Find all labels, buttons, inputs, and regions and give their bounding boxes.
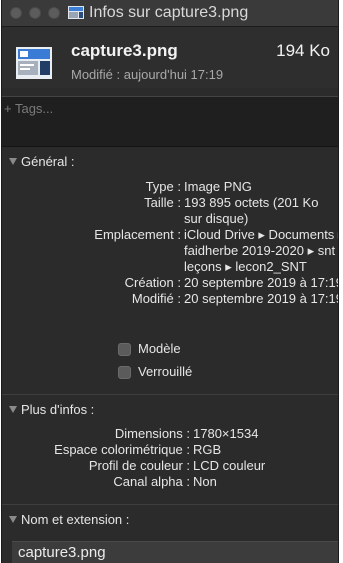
image-file-icon [68,6,84,19]
location-value-cont: faidherbe 2019-2020 ▸ snt ▸ [184,243,339,258]
tags-placeholder: + Tags... [4,101,54,116]
minimize-button[interactable] [29,7,41,19]
created-value: 20 septembre 2019 à 17:19 [184,275,339,290]
dimensions-key: Dimensions : [114,426,190,441]
disclosure-triangle-icon[interactable] [9,516,17,523]
more-info-section-header[interactable]: Plus d'infos : [2,398,338,422]
zoom-button[interactable] [48,7,60,19]
name-ext-section-label: Nom et extension : [21,512,130,527]
color-space-value: RGB [193,442,222,457]
info-window: Infos sur capture3.png capture3.png 194 … [1,0,339,563]
file-summary: capture3.png 194 Ko Modifié : aujourd'hu… [2,27,338,88]
window-title: Infos sur capture3.png [89,4,249,21]
color-profile-value: LCD couleur [193,458,266,473]
tags-field[interactable]: + Tags... [2,96,338,147]
created-key: Création : [124,275,181,290]
name-extension-value: capture3.png [18,544,106,561]
name-extension-input[interactable]: capture3.png [12,541,338,563]
file-name: capture3.png [71,41,178,60]
location-value-cont2: leçons ▸ lecon2_SNT [184,259,307,274]
location-value: iCloud Drive ▸ Documents ▸ [184,227,339,242]
disclosure-triangle-icon[interactable] [9,158,17,165]
size-key: Taille : [144,195,181,210]
general-section-header[interactable]: Général : [2,150,338,174]
type-key: Type : [145,179,181,194]
alpha-channel-value: Non [193,474,217,489]
title-bar: Infos sur capture3.png [2,0,338,27]
locked-checkbox-label: Verrouillé [138,364,193,379]
template-checkbox-label: Modèle [138,341,181,356]
divider [2,394,338,395]
general-section-label: Général : [21,154,75,169]
more-info-section-label: Plus d'infos : [21,402,95,417]
size-value: 193 895 octets (201 Ko [184,195,319,210]
file-modified: Modifié : aujourd'hui 17:19 [71,67,224,82]
alpha-channel-key: Canal alpha : [113,474,190,489]
color-space-key: Espace colorimétrique : [54,442,190,457]
locked-checkbox[interactable] [118,366,131,379]
color-profile-key: Profil de couleur : [88,458,190,473]
file-size: 194 Ko [276,41,330,60]
close-button[interactable] [10,7,22,19]
modified-key: Modifié : [131,291,181,306]
size-value-cont: sur disque) [184,211,249,226]
location-key: Emplacement : [94,227,181,242]
divider [2,504,338,505]
disclosure-triangle-icon[interactable] [9,406,17,413]
modified-value: 20 septembre 2019 à 17:19 [184,291,339,306]
image-thumbnail-icon [16,47,52,79]
dimensions-value: 1780×1534 [193,426,259,441]
template-checkbox[interactable] [118,343,131,356]
name-ext-section-header[interactable]: Nom et extension : [2,508,338,532]
type-value: Image PNG [184,179,252,194]
